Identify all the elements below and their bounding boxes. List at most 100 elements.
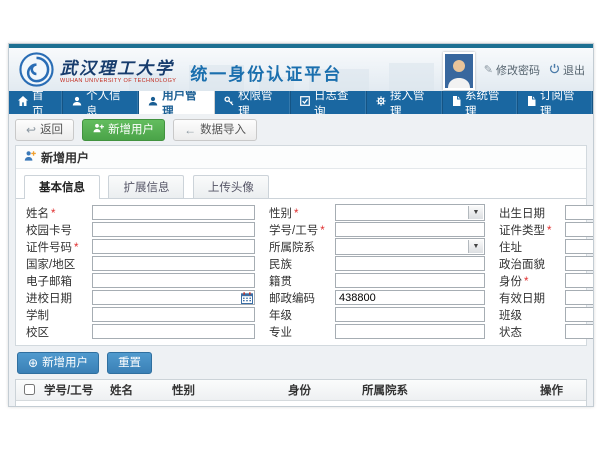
- name-input[interactable]: [92, 205, 255, 220]
- person-plus-icon: [24, 150, 36, 165]
- political-status-input[interactable]: [565, 256, 593, 271]
- header: 武汉理工大学 WUHAN UNIVERSITY OF TECHNOLOGY 统一…: [9, 48, 593, 91]
- required-mark: *: [524, 276, 528, 288]
- logout-link[interactable]: 退出: [549, 62, 585, 78]
- logs-icon: [300, 96, 310, 109]
- field-label: 姓名: [26, 208, 49, 220]
- field-major: 专业: [269, 323, 485, 340]
- required-mark: *: [320, 225, 324, 237]
- basic-info-form: 姓名* 性别* ▼ 出生日期 校园卡号: [16, 199, 586, 345]
- reset-label: 重置: [118, 356, 141, 370]
- nav-home[interactable]: 首页: [9, 91, 63, 114]
- data-import-button[interactable]: ← 数据导入: [173, 119, 257, 141]
- id-type-input[interactable]: [565, 222, 593, 237]
- campus-input[interactable]: [92, 324, 255, 339]
- status-input[interactable]: [565, 324, 593, 339]
- nav-logs[interactable]: 日志查询: [291, 91, 367, 114]
- entry-date-input[interactable]: [92, 290, 255, 305]
- brand: 武汉理工大学 WUHAN UNIVERSITY OF TECHNOLOGY 统一…: [19, 52, 342, 91]
- change-password-link[interactable]: ✎ 修改密码: [484, 62, 540, 78]
- birth-date-input[interactable]: [565, 205, 593, 220]
- schooling-length-input[interactable]: [92, 307, 255, 322]
- back-button[interactable]: ↩ 返回: [15, 119, 74, 141]
- field-label: 住址: [499, 242, 522, 254]
- col-student-id: 学号/工号: [42, 382, 108, 398]
- add-user-toolbar-button[interactable]: 新增用户: [82, 119, 165, 141]
- gender-select[interactable]: ▼: [335, 204, 485, 221]
- field-label: 证件号码: [26, 242, 72, 254]
- field-gender: 性别* ▼: [269, 204, 485, 221]
- tab-basic-info[interactable]: 基本信息: [24, 175, 100, 199]
- ethnicity-input[interactable]: [335, 256, 485, 271]
- panel-header: 新增用户: [16, 146, 586, 169]
- major-input[interactable]: [335, 324, 485, 339]
- change-password-label: 修改密码: [496, 62, 540, 78]
- field-email: 电子邮箱: [26, 272, 255, 289]
- logout-label: 退出: [563, 62, 585, 78]
- power-icon: [549, 63, 560, 77]
- country-region-input[interactable]: [92, 256, 255, 271]
- field-label: 身份: [499, 276, 522, 288]
- nav-user-management[interactable]: 用户管理: [139, 91, 215, 114]
- toolbar: ↩ 返回 新增用户 ← 数据导入: [9, 114, 593, 145]
- required-mark: *: [74, 242, 78, 254]
- grade-input[interactable]: [335, 307, 485, 322]
- tabs: 基本信息 扩展信息 上传头像: [16, 169, 586, 199]
- submit-add-user-button[interactable]: ⊕ 新增用户: [17, 352, 99, 374]
- tab-upload-avatar[interactable]: 上传头像: [193, 175, 269, 198]
- field-label: 民族: [269, 259, 292, 271]
- required-mark: *: [294, 208, 298, 220]
- col-identity: 身份: [286, 382, 360, 398]
- nav-access[interactable]: 接入管理: [367, 91, 443, 114]
- native-place-input[interactable]: [335, 273, 485, 288]
- campus-card-input[interactable]: [92, 222, 255, 237]
- users-table: 学号/工号 姓名 性别 身份 所属院系 操作: [15, 379, 587, 406]
- field-birth-date: 出生日期: [499, 204, 593, 221]
- field-label: 籍贯: [269, 276, 292, 288]
- calendar-icon[interactable]: [241, 291, 253, 309]
- select-all-cell: [16, 384, 42, 396]
- main-nav: 首页 个人信息 用户管理 权限管理 日志查询 接入管理: [9, 91, 593, 114]
- required-mark: *: [51, 208, 55, 220]
- class-input[interactable]: [565, 307, 593, 322]
- field-id-type: 证件类型*: [499, 221, 593, 238]
- nav-profile[interactable]: 个人信息: [63, 91, 139, 114]
- postal-code-input[interactable]: [335, 290, 485, 305]
- access-icon: [376, 96, 386, 109]
- reset-button[interactable]: 重置: [107, 352, 152, 374]
- field-label: 国家/地区: [26, 259, 75, 271]
- field-political-status: 政治面貌: [499, 255, 593, 272]
- field-status: 状态: [499, 323, 593, 340]
- field-label: 有效日期: [499, 293, 545, 305]
- select-all-checkbox[interactable]: [24, 384, 35, 395]
- nav-permissions[interactable]: 权限管理: [215, 91, 291, 114]
- student-id-input[interactable]: [335, 222, 485, 237]
- field-country-region: 国家/地区: [26, 255, 255, 272]
- user-avatar: [443, 52, 475, 90]
- department-select[interactable]: ▼: [335, 238, 485, 255]
- tab-extended-info[interactable]: 扩展信息: [108, 175, 184, 198]
- nav-subscriptions[interactable]: 订阅管理: [518, 91, 593, 114]
- users-table-header: 学号/工号 姓名 性别 身份 所属院系 操作: [16, 380, 586, 401]
- empty-table-body: [16, 401, 586, 406]
- users-icon: [148, 96, 158, 109]
- field-label: 状态: [499, 327, 522, 339]
- field-label: 政治面貌: [499, 259, 545, 271]
- field-label: 邮政编码: [269, 293, 315, 305]
- field-class: 班级: [499, 306, 593, 323]
- field-valid-date: 有效日期: [499, 289, 593, 306]
- identity-input[interactable]: [565, 273, 593, 288]
- field-label: 学制: [26, 310, 49, 322]
- valid-date-input[interactable]: [565, 290, 593, 305]
- pencil-icon: ✎: [484, 63, 493, 76]
- permission-icon: [224, 96, 234, 109]
- field-student-id: 学号/工号*: [269, 221, 485, 238]
- new-user-panel: 新增用户 基本信息 扩展信息 上传头像 姓名* 性别* ▼: [15, 145, 587, 346]
- field-label: 所属院系: [269, 242, 315, 254]
- field-campus-card: 校园卡号: [26, 221, 255, 238]
- address-input[interactable]: [565, 239, 593, 254]
- nav-system[interactable]: 系统管理: [443, 91, 518, 114]
- email-input[interactable]: [92, 273, 255, 288]
- field-label: 班级: [499, 310, 522, 322]
- id-number-input[interactable]: [92, 239, 255, 254]
